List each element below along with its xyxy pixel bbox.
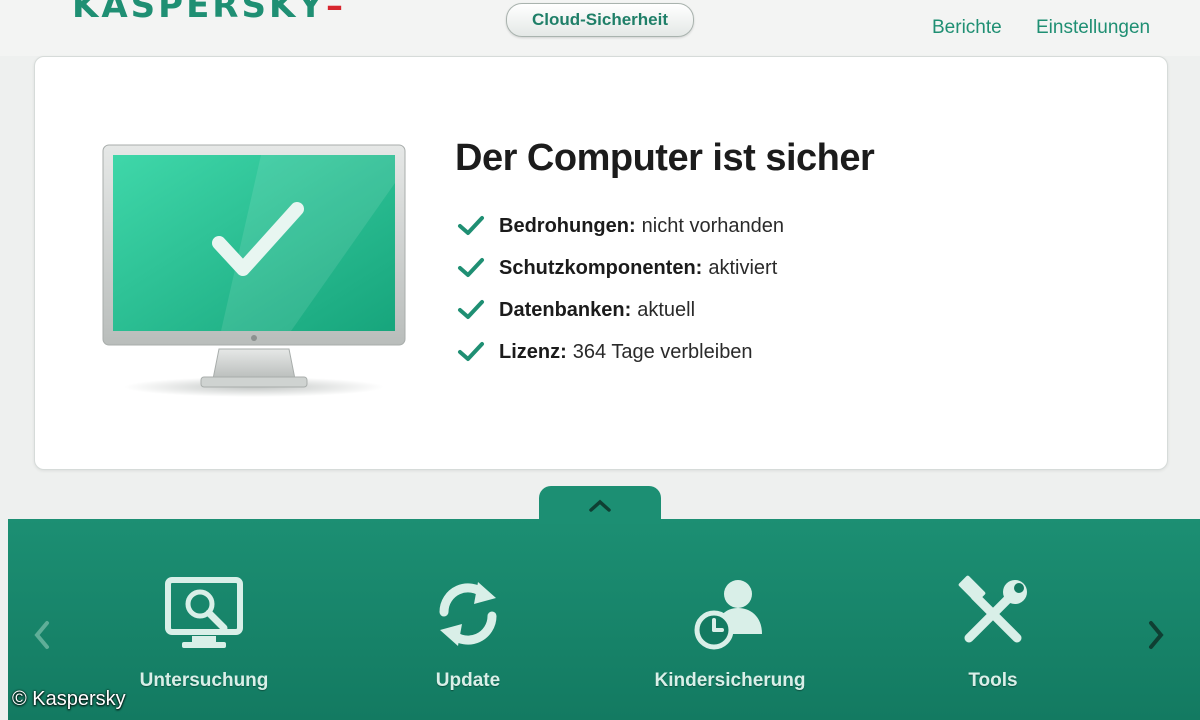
tool-label: Update: [435, 670, 501, 691]
chevron-right-icon: [1149, 621, 1164, 649]
status-value-components: aktiviert: [708, 256, 778, 279]
status-label-threats: Bedrohungen:: [499, 214, 636, 237]
list-item: Datenbanken: aktuell: [457, 289, 784, 331]
list-item: Lizenz: 364 Tage verbleiben: [457, 331, 784, 373]
tool-label: Untersuchung: [139, 670, 269, 691]
parental-control-icon: [694, 580, 762, 650]
status-label-databases: Datenbanken:: [499, 298, 632, 321]
status-value-databases: aktuell: [637, 298, 696, 321]
scan-monitor-icon: [165, 577, 243, 648]
secure-monitor-icon: [102, 144, 406, 397]
copyright-watermark: © Kaspersky: [12, 688, 126, 710]
scroll-left-button[interactable]: [22, 610, 62, 660]
list-item: Schutzkomponenten: aktiviert: [457, 247, 784, 289]
check-icon: [458, 258, 484, 277]
tool-label: Tools: [968, 670, 1018, 691]
update-tool-button[interactable]: Update: [368, 572, 568, 702]
status-card: Der Computer ist sicher Bedrohungen: nic…: [34, 56, 1168, 470]
tools-icon: [958, 575, 1027, 643]
reports-link[interactable]: Berichte: [932, 17, 1002, 39]
top-header: KASPERSKY– Cloud-Sicherheit Berichte Ein…: [0, 0, 1200, 56]
tools-tool-button[interactable]: Tools: [893, 572, 1093, 702]
refresh-icon: [439, 582, 497, 646]
status-list: Bedrohungen: nicht vorhanden Schutzkompo…: [457, 205, 784, 373]
list-item: Bedrohungen: nicht vorhanden: [457, 205, 784, 247]
tool-label: Kindersicherung: [654, 670, 806, 691]
scan-tool-button[interactable]: Untersuchung: [104, 572, 304, 702]
parental-control-tool-button[interactable]: Kindersicherung: [630, 572, 830, 702]
chevron-up-icon: [589, 499, 611, 512]
check-icon: [458, 342, 484, 361]
check-icon: [458, 300, 484, 319]
kaspersky-logo: KASPERSKY–: [72, 0, 346, 26]
status-value-license: 364 Tage verbleiben: [572, 340, 753, 363]
status-title: Der Computer ist sicher: [455, 137, 875, 179]
check-icon: [458, 216, 484, 235]
status-label-license: Lizenz:: [499, 340, 567, 363]
status-label-components: Schutzkomponenten:: [499, 256, 703, 279]
settings-link[interactable]: Einstellungen: [1036, 17, 1150, 39]
chevron-left-icon: [34, 621, 49, 649]
cloud-security-button[interactable]: Cloud-Sicherheit: [506, 3, 694, 37]
scroll-right-button[interactable]: [1136, 610, 1176, 660]
status-value-threats: nicht vorhanden: [641, 214, 784, 237]
expand-panel-button[interactable]: [539, 486, 661, 524]
